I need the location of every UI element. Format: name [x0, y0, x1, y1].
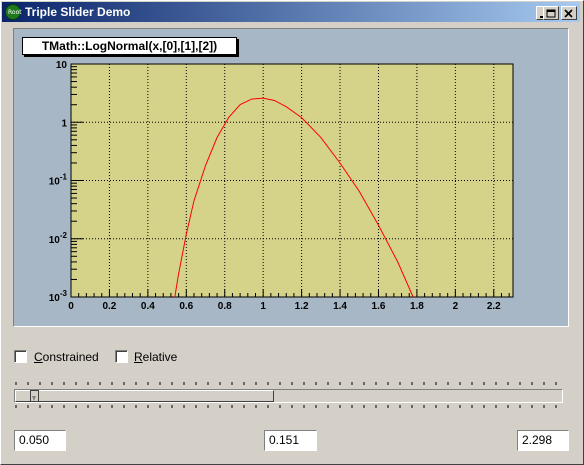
function-title[interactable]: TMath::LogNormal(x,[0],[1],[2]) [22, 37, 237, 55]
x-tick-label: 2 [453, 301, 459, 312]
y-tick-label: 1 [61, 118, 67, 129]
relative-shortcut: R [134, 350, 143, 364]
x-tick-label: 1.6 [372, 301, 386, 312]
y-tick-label: 10-1 [49, 173, 68, 188]
constrained-label[interactable]: Constrained [34, 350, 99, 364]
x-tick-label: 1.2 [295, 301, 309, 312]
min-value-field[interactable]: 0.050 [14, 430, 66, 451]
pointer-value-field[interactable]: 0.151 [264, 430, 317, 451]
x-tick-label: 0.8 [218, 301, 232, 312]
constrained-label-rest: onstrained [42, 350, 99, 364]
constrained-shortcut: C [34, 350, 43, 364]
x-tick-label: 1 [260, 301, 266, 312]
x-tick-label: 0.4 [141, 301, 155, 312]
x-tick-label: 1.8 [410, 301, 424, 312]
max-value-field[interactable]: 2.298 [517, 430, 569, 451]
y-tick-label: 10 [56, 60, 68, 71]
y-tick-label: 10-3 [49, 289, 68, 304]
slider-range-handle[interactable] [15, 390, 274, 402]
x-tick-label: 0.6 [179, 301, 193, 312]
relative-label-rest: elative [142, 350, 178, 364]
relative-label[interactable]: Relative [134, 350, 177, 364]
x-tick-label: 0 [68, 301, 74, 312]
x-tick-label: 2.2 [487, 301, 501, 312]
x-tick-label: 0.2 [102, 301, 116, 312]
slider-pointer[interactable] [30, 390, 39, 402]
constrained-checkbox[interactable] [14, 350, 27, 363]
slider-pointer-icon [32, 396, 36, 401]
x-tick-label: 1.4 [333, 301, 347, 312]
relative-checkbox[interactable] [115, 350, 128, 363]
y-tick-label: 10-2 [49, 231, 68, 246]
